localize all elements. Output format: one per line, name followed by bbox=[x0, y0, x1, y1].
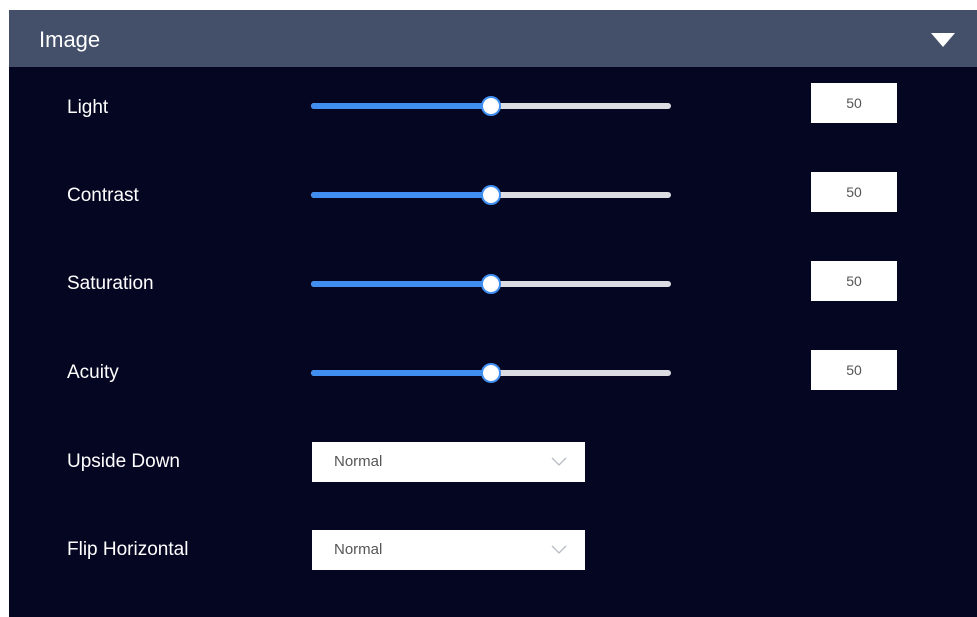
slider-fill bbox=[311, 370, 491, 376]
slider-thumb[interactable] bbox=[481, 363, 501, 383]
slider-thumb[interactable] bbox=[481, 185, 501, 205]
light-slider[interactable] bbox=[311, 95, 671, 117]
chevron-down-icon bbox=[551, 545, 567, 555]
chevron-down-icon bbox=[551, 457, 567, 467]
contrast-slider[interactable] bbox=[311, 184, 671, 206]
contrast-value-input[interactable] bbox=[811, 172, 897, 212]
collapse-toggle-button[interactable] bbox=[929, 28, 957, 52]
saturation-value-input[interactable] bbox=[811, 261, 897, 301]
acuity-value-input[interactable] bbox=[811, 350, 897, 390]
contrast-label: Contrast bbox=[67, 185, 139, 206]
saturation-slider[interactable] bbox=[311, 273, 671, 295]
panel-title: Image bbox=[39, 27, 101, 52]
caret-down-icon bbox=[931, 33, 955, 47]
slider-thumb[interactable] bbox=[481, 274, 501, 294]
saturation-label: Saturation bbox=[67, 273, 154, 294]
panel-header[interactable]: Image bbox=[9, 10, 977, 67]
upside-down-select[interactable]: Normal bbox=[312, 442, 585, 482]
upside-down-select-value: Normal bbox=[334, 453, 383, 470]
flip-horizontal-select-value: Normal bbox=[334, 541, 383, 558]
slider-fill bbox=[311, 281, 491, 287]
flip-horizontal-label: Flip Horizontal bbox=[67, 539, 189, 560]
upside-down-label: Upside Down bbox=[67, 451, 180, 472]
slider-fill bbox=[311, 103, 491, 109]
image-settings-panel: Image Light Contrast Saturation Acuity bbox=[9, 10, 977, 617]
light-label: Light bbox=[67, 97, 109, 118]
light-value-input[interactable] bbox=[811, 83, 897, 123]
acuity-slider[interactable] bbox=[311, 362, 671, 384]
slider-fill bbox=[311, 192, 491, 198]
acuity-label: Acuity bbox=[67, 362, 119, 383]
slider-thumb[interactable] bbox=[481, 96, 501, 116]
flip-horizontal-select[interactable]: Normal bbox=[312, 530, 585, 570]
